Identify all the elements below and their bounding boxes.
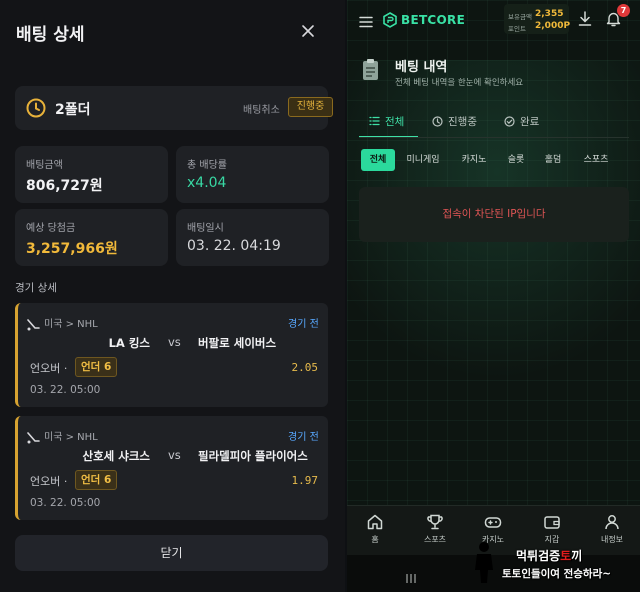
chip-minigame[interactable]: 미니게임	[403, 149, 443, 171]
home-team: LA 킹스	[108, 336, 150, 350]
tab-all[interactable]: 전체	[358, 107, 419, 138]
hockey-stick-icon	[26, 429, 40, 444]
nav-sports[interactable]: 스포츠	[415, 513, 455, 545]
fold-count: 2폴더	[55, 102, 91, 118]
bet-amount-value: 806,727원	[26, 178, 103, 194]
away-team: 버팔로 세이버스	[198, 336, 277, 350]
match-state: 경기 전	[288, 319, 319, 330]
clock-icon	[25, 97, 47, 119]
clock-icon	[432, 115, 443, 127]
league-label: 미국 > NHL	[44, 319, 98, 330]
total-odds-card: 총 배당률 x4.04	[176, 146, 329, 203]
match-state: 경기 전	[288, 432, 319, 443]
nav-sports-label: 스포츠	[423, 535, 447, 544]
bet-amount-card: 배팅금액 806,727원	[15, 146, 168, 203]
league-label: 미국 > NHL	[44, 432, 98, 443]
balance-box[interactable]: 보유금액 2,355 포인트 2,000P	[504, 4, 571, 34]
vs-label: vs	[168, 448, 181, 462]
nav-home-label: 홈	[371, 535, 379, 544]
home-icon	[367, 514, 383, 530]
recent-apps-icon[interactable]	[405, 569, 417, 583]
hockey-stick-icon	[26, 316, 40, 331]
market-label: 언오버 ·	[30, 362, 68, 375]
watermark-logo: 먹튀검증토끼 토토인들이여 전승하라~	[472, 538, 632, 588]
tab-in-progress-label: 진행중	[448, 115, 477, 128]
page-title: 베팅 내역	[395, 60, 448, 75]
betcore-logo[interactable]: BETCORE	[382, 10, 465, 30]
category-filter: 전체 미니게임 카지노 슬롯 홀덤 스포츠	[361, 149, 631, 171]
match-card: 미국 > NHL 경기 전 산호세 샤크스 vs 필라델피아 플라이어스 언오버…	[15, 416, 328, 520]
betting-history-screen: BETCORE 보유금액 2,355 포인트 2,000P 7 베팅 내역 전체 베…	[347, 0, 640, 592]
total-odds-label: 총 배당률	[187, 160, 227, 171]
match-detail-heading: 경기 상세	[15, 282, 57, 294]
tab-completed-label: 완료	[520, 115, 540, 128]
nav-home[interactable]: 홈	[355, 513, 395, 545]
balance-value: 2,355	[535, 9, 564, 19]
blocked-ip-alert: 접속이 차단된 IP입니다	[359, 187, 629, 242]
vs-label: vs	[168, 335, 181, 349]
expected-win-label: 예상 당첨금	[26, 223, 76, 234]
chip-sports[interactable]: 스포츠	[579, 149, 613, 171]
chip-all[interactable]: 전체	[361, 149, 395, 171]
match-date: 03. 22. 05:00	[30, 384, 101, 396]
chip-casino[interactable]: 카지노	[457, 149, 491, 171]
match-date: 03. 22. 05:00	[30, 497, 101, 509]
match-card: 미국 > NHL 경기 전 LA 킹스 vs 버팔로 세이버스 언오버 · 언더…	[15, 303, 328, 407]
bet-time-card: 배팅일시 03. 22. 04:19	[176, 209, 329, 266]
user-icon	[605, 515, 619, 530]
market-label: 언오버 ·	[30, 475, 68, 488]
cancel-bet-link[interactable]: 배팅취소	[243, 101, 280, 116]
pick-badge: 언더 6	[75, 470, 118, 490]
wallet-icon	[544, 516, 560, 529]
menu-icon[interactable]	[359, 13, 373, 28]
page-subtitle: 전체 베팅 내역을 한눈에 확인하세요	[395, 78, 524, 88]
status-badge: 진행중	[288, 97, 333, 117]
total-odds-value: x4.04	[187, 175, 227, 191]
status-tabs: 전체 진행중 완료	[358, 107, 629, 138]
balance-label: 보유금액	[508, 13, 532, 21]
point-value: 2,000P	[535, 21, 571, 31]
top-bar: BETCORE 보유금액 2,355 포인트 2,000P 7	[347, 0, 640, 40]
logo-mark-icon	[383, 12, 397, 28]
bet-time-value: 03. 22. 04:19	[187, 238, 281, 254]
check-circle-icon	[504, 115, 515, 127]
bet-time-label: 배팅일시	[187, 223, 224, 234]
pick-badge: 언더 6	[75, 357, 118, 377]
document-icon	[361, 58, 381, 82]
tab-completed[interactable]: 완료	[504, 107, 539, 135]
close-icon[interactable]	[299, 22, 317, 40]
expected-win-value: 3,257,966원	[26, 241, 118, 257]
point-label: 포인트	[508, 25, 526, 33]
tab-all-label: 전체	[385, 115, 405, 128]
bet-amount-label: 배팅금액	[26, 160, 63, 171]
chip-slot[interactable]: 슬롯	[503, 149, 529, 171]
trophy-icon	[427, 514, 443, 530]
expected-win-card: 예상 당첨금 3,257,966원	[15, 209, 168, 266]
download-icon[interactable]	[578, 11, 592, 27]
odds-value: 2.05	[291, 361, 319, 374]
logo-text: BETCORE	[401, 13, 466, 27]
away-team: 필라델피아 플라이어스	[198, 449, 308, 463]
notification-badge: 7	[617, 4, 630, 17]
chip-holdem[interactable]: 홀덤	[541, 149, 565, 171]
bet-detail-panel: 배팅 상세 2폴더 배팅취소 진행중 배팅금액 806,727원 총 배당률 x…	[0, 0, 345, 592]
tab-in-progress[interactable]: 진행중	[432, 107, 477, 135]
gamepad-icon	[484, 517, 502, 528]
odds-value: 1.97	[291, 474, 319, 487]
list-icon	[369, 116, 380, 126]
figure-silhouette-icon	[475, 542, 493, 583]
close-button[interactable]: 닫기	[15, 535, 328, 571]
bet-detail-title: 배팅 상세	[16, 25, 85, 45]
home-team: 산호세 샤크스	[82, 449, 150, 463]
fold-summary-card: 2폴더 배팅취소 진행중	[15, 86, 333, 130]
